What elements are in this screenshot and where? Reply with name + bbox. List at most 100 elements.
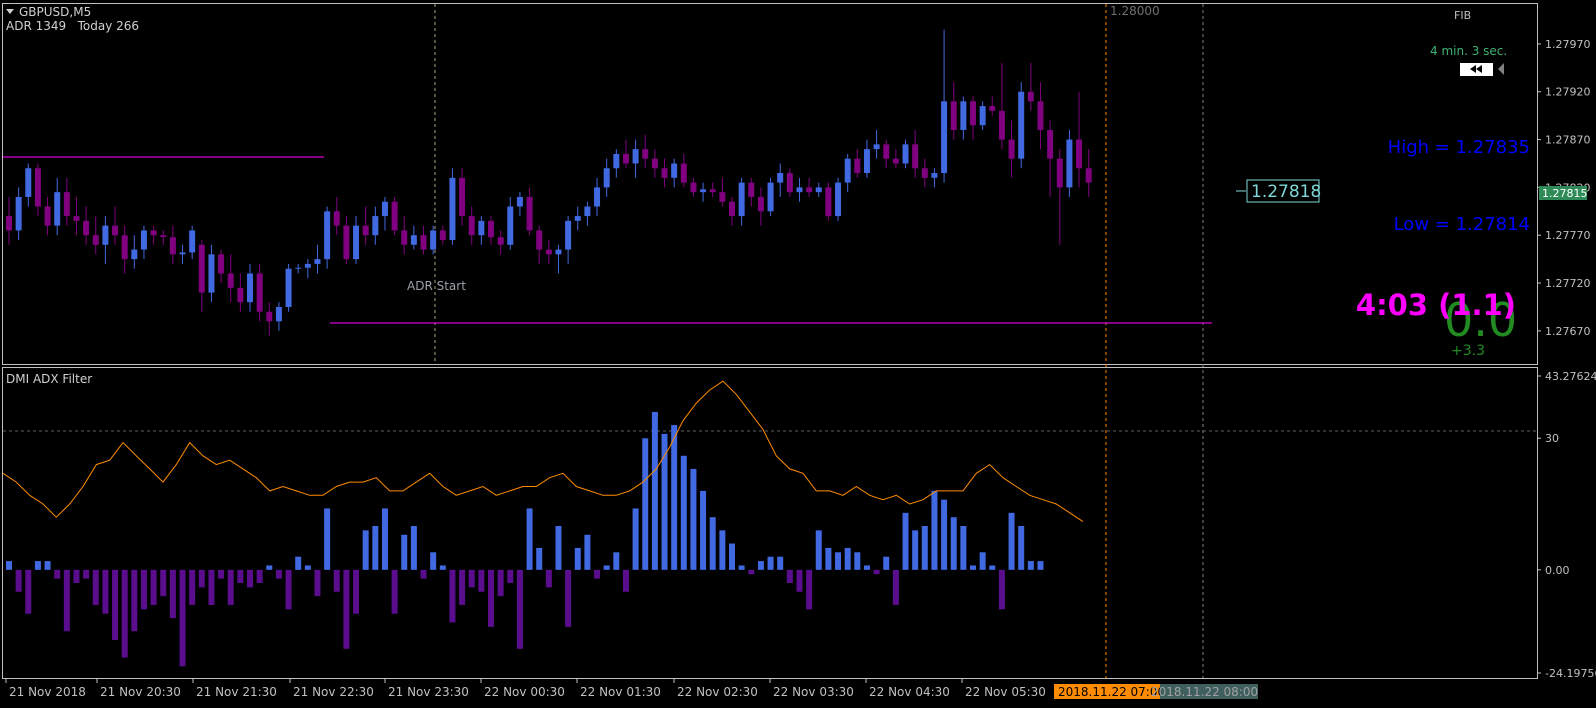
candle [391,196,398,236]
candle [825,182,832,221]
histogram-bar [381,508,388,570]
histogram-bar [651,411,658,570]
histogram-bar [507,569,514,584]
histogram-bar [459,569,466,605]
histogram-bar [584,534,591,570]
candle [362,206,369,245]
candle [873,130,880,159]
histogram-bar [603,565,610,570]
round-level-label: 1.28000 [1110,4,1160,18]
histogram-bar [140,569,147,610]
histogram-bar [304,565,311,570]
candle [950,82,957,140]
svg-text:1.27818: 1.27818 [1251,182,1321,202]
histogram-bar [700,490,707,570]
histogram-bar [989,565,996,570]
candle [333,196,340,236]
time-tick-label: 22 Nov 05:30 [965,685,1046,699]
histogram-bar [941,499,948,570]
time-axis: 21 Nov 2018 21 Nov 20:30 21 Nov 21:30 21 No… [5,678,1046,699]
candle [247,263,253,312]
svg-text:1.27815: 1.27815 [1542,187,1588,200]
histogram-bar [613,552,620,570]
histogram-bar [150,569,157,605]
chart-canvas[interactable]: GBPUSD,M5 ADR 1349 Today 266 1.28000 FIB… [0,0,1596,704]
histogram-bar [902,512,909,570]
plus-text: +3.3 [1451,343,1485,359]
histogram-bar [54,569,61,579]
mt4-chart-window[interactable]: GBPUSD,M5 ADR 1349 Today 266 1.28000 FIB… [0,0,1596,704]
candle [275,302,282,331]
histogram-bar [786,569,793,584]
candle [34,163,41,217]
candle [748,177,755,207]
candle [189,225,196,260]
price-tick-label: 1.27720 [1545,277,1591,290]
histogram-bar [488,569,494,627]
histogram-bar [179,569,186,667]
candle [208,244,215,303]
candle [863,139,870,178]
candle [545,240,552,264]
time-tick-label: 21 Nov 22:30 [293,685,374,699]
histogram-bar [333,569,340,592]
histogram-bar [92,569,99,605]
candle [709,182,716,197]
candle [806,177,813,197]
candle [729,196,735,226]
histogram-bar [642,438,649,570]
candle [179,244,186,264]
countdown-text: 4 min. 3 sec. [1430,44,1507,58]
candle [979,101,986,130]
adx-line [2,380,1084,523]
candle [1027,63,1034,111]
candle [844,153,851,193]
histogram-bar [83,569,90,579]
candle [883,139,890,169]
histogram-bar [574,547,581,570]
fib-label: FIB [1454,9,1471,22]
candle [343,216,350,264]
candle [1018,82,1025,169]
svg-text:2018.11.22 08:00: 2018.11.22 08:00 [1151,685,1258,699]
candle [555,244,562,274]
time-tick-label: 22 Nov 03:30 [773,685,854,699]
histogram-bar [912,530,919,570]
candle [295,263,302,274]
candle [63,177,70,226]
indicator-axis: 43.27624 30 0.00 -24.19756 [1537,370,1596,680]
symbol-dropdown-icon[interactable] [6,9,14,14]
histogram-bar [998,569,1005,610]
histogram-bar [690,468,697,570]
time-tick-label: 21 Nov 23:30 [388,685,469,699]
candle [960,96,967,140]
candle [459,168,466,226]
histogram-bar [950,517,957,570]
histogram-bar [15,569,22,592]
candle [121,225,128,274]
histogram-bar [565,569,572,627]
histogram-bar [63,569,70,632]
histogram-bar [218,569,225,579]
candle [83,206,90,245]
histogram-bar [131,569,138,632]
candle [854,149,861,178]
svg-text:2018.11.22 07:00: 2018.11.22 07:00 [1058,685,1165,699]
candle [44,196,51,236]
histogram-bar [112,569,119,641]
candle [304,259,311,279]
histogram-bar [430,552,437,570]
candle [1047,120,1054,197]
candle [970,96,976,140]
histogram-bar [468,569,475,588]
histogram-bar [777,556,784,570]
candle [998,63,1005,150]
scroll-back-button[interactable] [1460,63,1504,76]
candle [285,263,292,312]
histogram-bar [1018,525,1025,570]
candle [738,177,745,226]
candle [796,177,803,202]
candle [574,206,581,231]
histogram-bar [671,425,678,570]
candle [931,168,938,188]
